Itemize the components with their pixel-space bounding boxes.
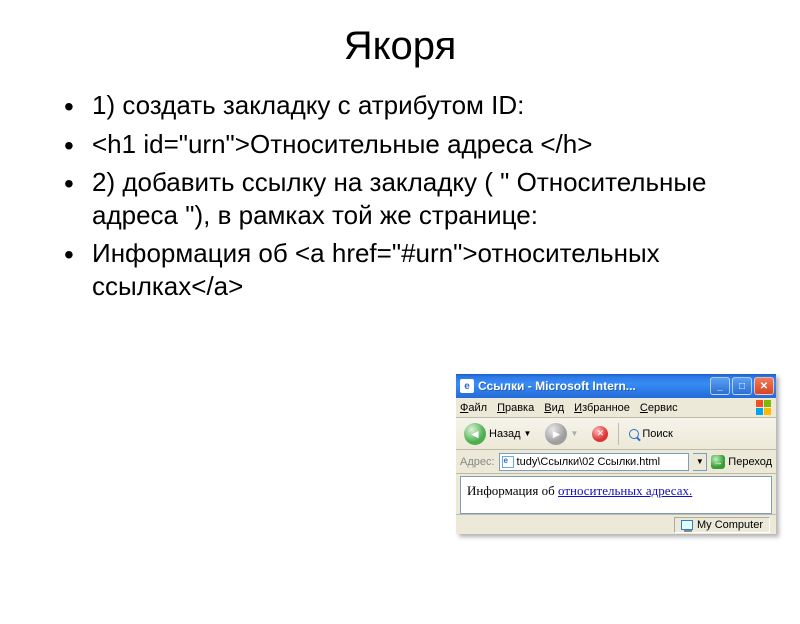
document-icon: [502, 456, 514, 468]
maximize-button[interactable]: □: [732, 377, 752, 395]
address-input[interactable]: tudy\Ссылки\02 Ссылки.html: [499, 453, 690, 471]
back-label: Назад: [489, 428, 521, 440]
menu-service[interactable]: Сервис: [640, 402, 678, 414]
menu-file[interactable]: Файл: [460, 402, 487, 414]
chevron-down-icon: ▼: [570, 429, 578, 438]
menu-edit[interactable]: Правка: [497, 402, 534, 414]
ie-icon: e: [460, 379, 474, 393]
address-dropdown[interactable]: ▼: [693, 453, 707, 471]
address-bar: Адрес: tudy\Ссылки\02 Ссылки.html ▼ → Пе…: [456, 450, 776, 474]
menu-view[interactable]: Вид: [544, 402, 564, 414]
forward-button[interactable]: ► ▼: [541, 421, 582, 447]
page-link[interactable]: относительных адресах.: [558, 483, 692, 498]
toolbar-separator: [618, 423, 619, 445]
menubar: Файл Правка Вид Избранное Сервис: [456, 398, 776, 418]
titlebar: e Ссылки - Microsoft Intern... _ □ ✕: [456, 374, 776, 398]
browser-window: e Ссылки - Microsoft Intern... _ □ ✕ Фай…: [456, 374, 776, 534]
search-label: Поиск: [642, 428, 672, 440]
address-label: Адрес:: [460, 456, 495, 468]
chevron-down-icon: ▼: [524, 429, 532, 438]
bullet-2: <h1 id="urn">Относительные адреса </h>: [64, 128, 752, 161]
close-button[interactable]: ✕: [754, 377, 774, 395]
go-button[interactable]: → Переход: [711, 455, 772, 469]
menu-favorites[interactable]: Избранное: [574, 402, 630, 414]
status-zone: My Computer: [674, 517, 770, 533]
status-bar: My Computer: [456, 514, 776, 534]
window-title: Ссылки - Microsoft Intern...: [478, 379, 706, 393]
status-text: My Computer: [697, 519, 763, 531]
slide-title: Якоря: [0, 24, 800, 69]
windows-logo-icon: [754, 399, 772, 417]
computer-icon: [681, 520, 693, 530]
page-text-prefix: Информация об: [467, 483, 558, 498]
stop-icon: ✕: [592, 426, 608, 442]
bullet-1: 1) создать закладку с атрибутом ID:: [64, 89, 752, 122]
bullet-3: 2) добавить ссылку на закладку ( " Относ…: [64, 166, 752, 231]
stop-button[interactable]: ✕: [588, 424, 612, 444]
back-arrow-icon: ◄: [464, 423, 486, 445]
go-label: Переход: [728, 456, 772, 468]
bullet-4: Информация об <a href="#urn">относительн…: [64, 237, 752, 302]
go-arrow-icon: →: [711, 455, 725, 469]
back-button[interactable]: ◄ Назад ▼: [460, 421, 535, 447]
slide-content: 1) создать закладку с атрибутом ID: <h1 …: [0, 89, 800, 302]
toolbar: ◄ Назад ▼ ► ▼ ✕ Поиск: [456, 418, 776, 450]
address-value: tudy\Ссылки\02 Ссылки.html: [517, 456, 660, 468]
search-button[interactable]: Поиск: [625, 426, 676, 442]
search-icon: [629, 429, 639, 439]
minimize-button[interactable]: _: [710, 377, 730, 395]
forward-arrow-icon: ►: [545, 423, 567, 445]
page-content: Информация об относительных адресах.: [460, 476, 772, 514]
